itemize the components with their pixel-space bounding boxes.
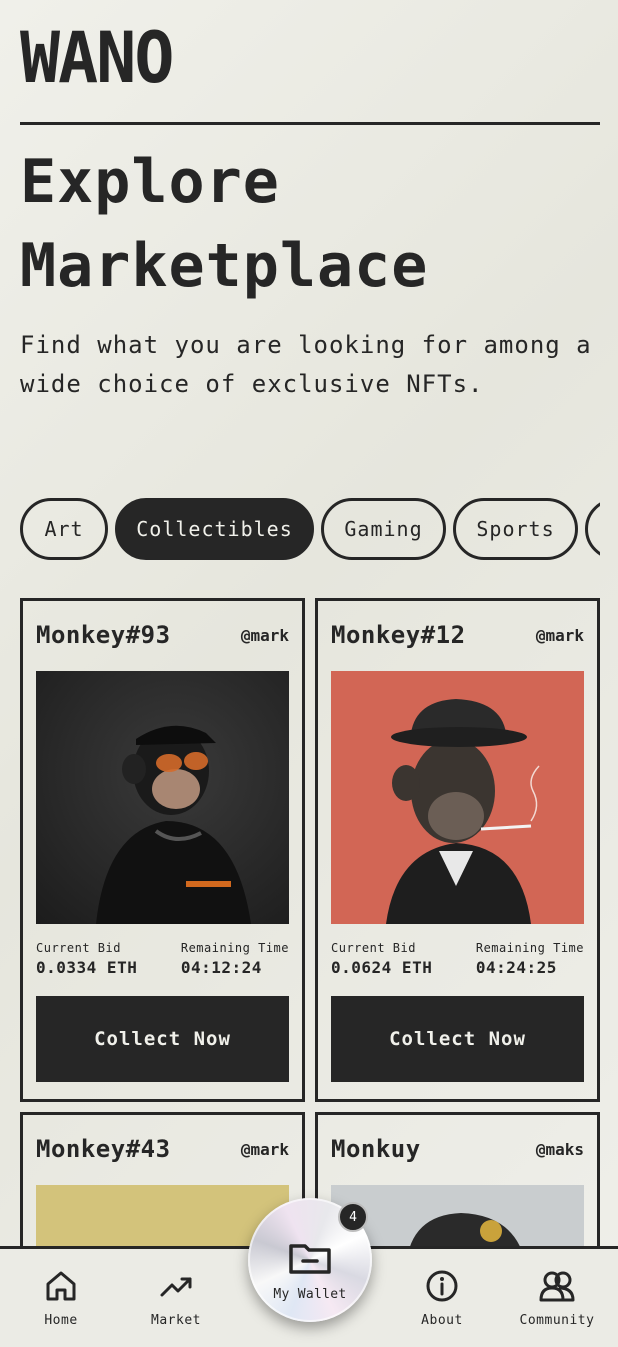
logo[interactable]: WANO bbox=[20, 22, 174, 94]
nft-owner[interactable]: @mark bbox=[536, 626, 584, 645]
tab-collectibles[interactable]: Collectibles bbox=[115, 498, 314, 560]
bid-value: 0.0624 ETH bbox=[331, 958, 433, 977]
nav-market[interactable]: Market bbox=[131, 1269, 221, 1328]
time-value: 04:24:25 bbox=[475, 958, 557, 977]
nft-image[interactable] bbox=[36, 671, 289, 924]
time-value: 04:12:24 bbox=[180, 958, 262, 977]
time-label: Remaining Time bbox=[180, 941, 289, 955]
tab-more[interactable] bbox=[585, 498, 600, 560]
users-icon bbox=[539, 1271, 575, 1302]
page-title: Explore Marketplace bbox=[20, 147, 429, 301]
nft-name: Monkey#93 bbox=[36, 621, 171, 649]
page-subtitle: Find what you are looking for among a wi… bbox=[20, 331, 592, 398]
tab-sports[interactable]: Sports bbox=[453, 498, 578, 560]
time-label: Remaining Time bbox=[475, 941, 584, 955]
nav-market-label: Market bbox=[151, 1313, 201, 1328]
nav-about[interactable]: About bbox=[397, 1269, 487, 1328]
nft-card[interactable]: Monkey#93 @mark Current Bid 0.0334 ETH R… bbox=[20, 598, 305, 1102]
tab-art[interactable]: Art bbox=[20, 498, 108, 560]
folder-icon bbox=[289, 1244, 331, 1274]
nav-community-label: Community bbox=[519, 1313, 595, 1328]
nav-home-label: Home bbox=[44, 1313, 78, 1328]
nft-name: Monkuy bbox=[331, 1135, 421, 1163]
bid-label: Current Bid bbox=[36, 941, 121, 955]
bid-value: 0.0334 ETH bbox=[36, 958, 138, 977]
nft-image[interactable] bbox=[331, 671, 584, 924]
tab-gaming[interactable]: Gaming bbox=[321, 498, 446, 560]
category-tabs: Art Collectibles Gaming Sports bbox=[20, 498, 600, 568]
nav-community[interactable]: Community bbox=[512, 1269, 602, 1328]
wallet-count-badge: 4 bbox=[338, 1202, 368, 1232]
nft-owner[interactable]: @mark bbox=[241, 1140, 289, 1159]
info-icon bbox=[426, 1270, 458, 1302]
nft-name: Monkey#43 bbox=[36, 1135, 171, 1163]
nft-owner[interactable]: @mark bbox=[241, 626, 289, 645]
nft-card[interactable]: Monkey#12 @mark Current Bid 0.0624 ETH R… bbox=[315, 598, 600, 1102]
nav-about-label: About bbox=[421, 1313, 463, 1328]
header-divider bbox=[20, 122, 600, 125]
collect-now-button[interactable]: Collect Now bbox=[36, 996, 289, 1082]
nft-name: Monkey#12 bbox=[331, 621, 466, 649]
collect-now-button[interactable]: Collect Now bbox=[331, 996, 584, 1082]
bid-label: Current Bid bbox=[331, 941, 416, 955]
nav-home[interactable]: Home bbox=[16, 1269, 106, 1328]
my-wallet-label: My Wallet bbox=[273, 1287, 347, 1302]
trending-up-icon bbox=[160, 1277, 192, 1297]
nft-owner[interactable]: @maks bbox=[536, 1140, 584, 1159]
home-icon bbox=[46, 1271, 76, 1301]
